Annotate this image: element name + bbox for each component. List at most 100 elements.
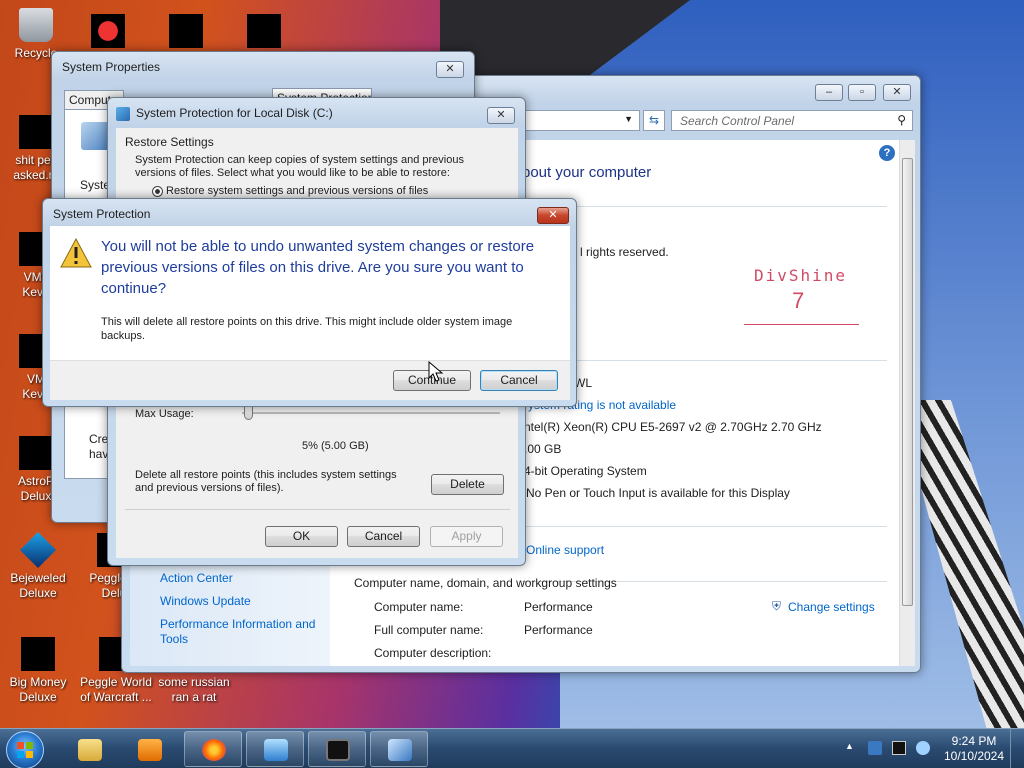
dialog-title: System Protection xyxy=(53,207,151,221)
memory-value: .00 GB xyxy=(524,442,562,456)
section-title: Restore Settings xyxy=(125,135,214,149)
close-button[interactable]: ✕ xyxy=(436,61,464,78)
close-button[interactable]: ✕ xyxy=(487,107,515,124)
network-icon[interactable] xyxy=(868,741,882,755)
refresh-icon[interactable]: ⇆ xyxy=(643,110,665,131)
desktop-icon-red-app[interactable] xyxy=(72,14,144,52)
search-box[interactable]: Search Control Panel ⚲ xyxy=(671,110,913,131)
show-hidden-icons[interactable]: ▲ xyxy=(845,741,859,755)
delete-button[interactable]: Delete xyxy=(431,474,504,495)
windows-update-link[interactable]: Windows Update xyxy=(160,594,251,608)
section-title: Computer name, domain, and workgroup set… xyxy=(354,576,617,590)
game-icon xyxy=(21,637,55,671)
restore-option-label: Restore system settings and previous ver… xyxy=(166,185,429,197)
windows-logo-icon xyxy=(17,742,33,758)
search-icon[interactable]: ⚲ xyxy=(897,113,906,127)
clock[interactable]: 9:24 PM 10/10/2024 xyxy=(934,734,1014,764)
desktop: Recycle shit pec asked.m VM0 Kevir VM Ke… xyxy=(0,0,1024,728)
clock-time: 9:24 PM xyxy=(951,734,997,748)
apply-button[interactable]: Apply xyxy=(430,526,503,547)
close-button[interactable]: ✕ xyxy=(537,207,569,224)
media-player-icon xyxy=(138,739,162,761)
delete-description: Delete all restore points (this includes… xyxy=(135,469,397,481)
start-button[interactable] xyxy=(6,731,44,768)
close-button[interactable]: ✕ xyxy=(883,84,911,101)
chevron-down-icon[interactable]: ▼ xyxy=(624,114,633,124)
taskbar-monitor[interactable] xyxy=(308,731,366,767)
tab-text-fragment: Syste xyxy=(80,178,111,192)
desktop-icon-bejeweled[interactable]: Bejeweled Deluxe xyxy=(2,531,74,601)
display-icon[interactable] xyxy=(892,741,906,755)
file-icon xyxy=(19,115,53,149)
help-icon[interactable]: ? xyxy=(879,145,895,161)
change-settings-link[interactable]: Change settings xyxy=(788,600,875,614)
recycle-bin-icon xyxy=(19,8,53,42)
desktop-icon-window-app[interactable] xyxy=(228,14,300,52)
address-bar[interactable]: ▼ xyxy=(520,110,640,131)
logo-underline xyxy=(744,324,859,325)
divider xyxy=(522,526,887,527)
oem-logo-number: 7 xyxy=(792,288,805,313)
system-type-value: 4-bit Operating System xyxy=(524,464,647,478)
divider xyxy=(125,509,510,510)
taskbar-media-player[interactable] xyxy=(120,731,178,767)
oem-logo-text: DivShine xyxy=(754,266,848,285)
desktop-icon-flower-app[interactable] xyxy=(150,14,222,52)
taskbar-firefox[interactable] xyxy=(184,731,242,767)
computer-name-label: Computer name: xyxy=(374,600,464,614)
detail-text: backups. xyxy=(101,330,146,342)
taskbar-app[interactable] xyxy=(246,731,304,767)
performance-link-line2[interactable]: Tools xyxy=(160,632,188,646)
usage-slider-track[interactable] xyxy=(242,412,500,414)
monitor-icon xyxy=(326,739,350,761)
dialog-message-area: You will not be able to undo unwanted sy… xyxy=(50,226,570,360)
dialog-button-area: Continue Cancel xyxy=(50,360,570,400)
delete-description: and previous versions of files). xyxy=(135,482,284,494)
taskbar: ▲ 9:24 PM 10/10/2024 xyxy=(0,728,1024,768)
action-center-link[interactable]: Action Center xyxy=(160,571,233,585)
processor-value: ntel(R) Xeon(R) CPU E5-2697 v2 @ 2.70GHz… xyxy=(524,420,822,434)
online-support-link[interactable]: Online support xyxy=(526,543,604,557)
tab-text-fragment: hav xyxy=(89,447,109,461)
app-icon xyxy=(247,14,281,48)
window-title: System Properties xyxy=(62,60,161,74)
main-instruction: previous versions of files on this drive… xyxy=(101,259,524,276)
confirm-dialog: System Protection ✕ You will not be able… xyxy=(42,198,577,407)
description-line: versions of files. Select what you would… xyxy=(135,167,450,179)
restore-option-radio[interactable] xyxy=(152,186,163,197)
main-instruction: continue? xyxy=(101,280,167,297)
copyright-text: l rights reserved. xyxy=(580,245,669,259)
show-desktop-button[interactable] xyxy=(1010,729,1024,768)
system-protection-icon xyxy=(116,107,130,121)
speaker-icon[interactable] xyxy=(916,741,930,755)
desktop-icon-big-money[interactable]: Big Money Deluxe xyxy=(2,637,74,705)
game-icon xyxy=(19,436,53,470)
usage-value: 5% (5.00 GB) xyxy=(302,440,369,452)
search-input[interactable]: Search Control Panel xyxy=(680,114,794,128)
window-title: System Protection for Local Disk (C:) xyxy=(136,106,333,120)
shield-icon: ⛨ xyxy=(772,599,782,613)
app-icon xyxy=(264,739,288,761)
mouse-cursor xyxy=(428,361,444,382)
maximize-button[interactable]: ▫ xyxy=(848,84,876,101)
computer-name-value: Performance xyxy=(524,600,593,614)
computer-icon xyxy=(388,739,412,761)
description-line: System Protection can keep copies of sys… xyxy=(135,154,464,166)
page-title: bout your computer xyxy=(522,164,652,181)
taskbar-system-properties[interactable] xyxy=(370,731,428,767)
scrollbar-thumb[interactable] xyxy=(902,158,913,606)
full-name-value: Performance xyxy=(524,623,593,637)
main-instruction: You will not be able to undo unwanted sy… xyxy=(101,238,535,255)
app-icon xyxy=(169,14,203,48)
description-label: Computer description: xyxy=(374,646,492,660)
cancel-button[interactable]: Cancel xyxy=(347,526,420,547)
full-name-label: Full computer name: xyxy=(374,623,484,637)
taskbar-explorer[interactable] xyxy=(60,731,118,767)
cancel-button[interactable]: Cancel xyxy=(480,370,558,391)
max-usage-label: Max Usage: xyxy=(135,408,194,420)
minimize-button[interactable]: – xyxy=(815,84,843,101)
ok-button[interactable]: OK xyxy=(265,526,338,547)
scrollbar[interactable] xyxy=(899,140,915,666)
pen-touch-value: No Pen or Touch Input is available for t… xyxy=(526,486,790,500)
performance-link[interactable]: Performance Information and xyxy=(160,617,315,631)
